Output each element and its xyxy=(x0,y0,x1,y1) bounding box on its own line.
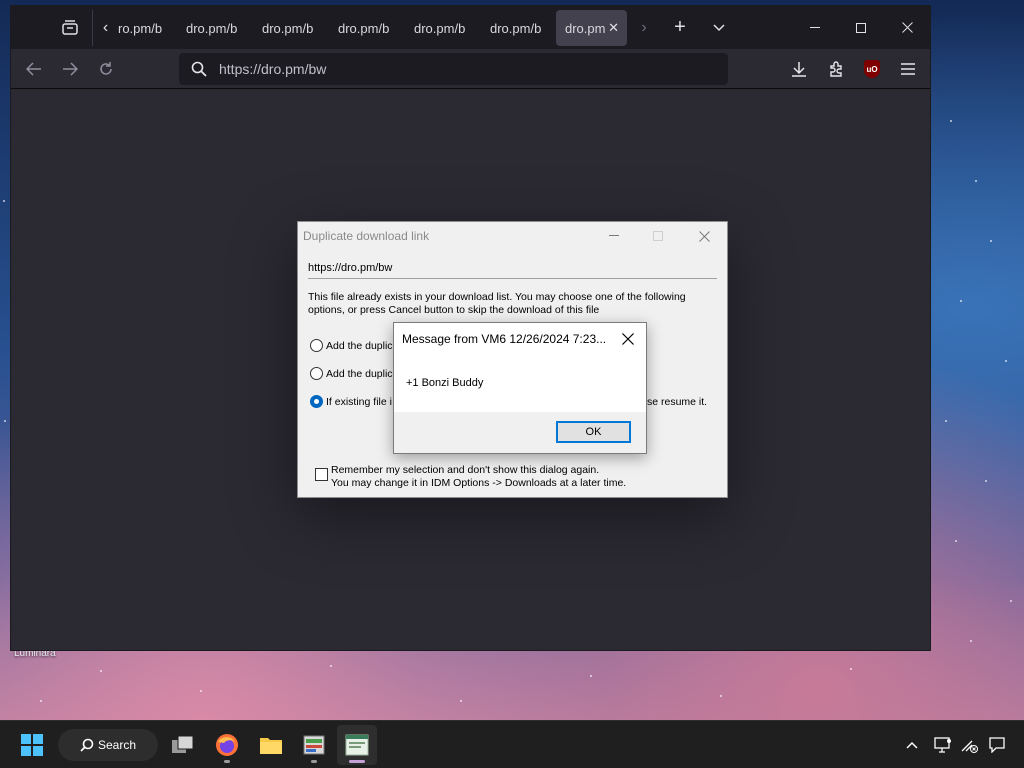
taskbar-search[interactable]: Search xyxy=(58,729,158,761)
task-view-icon[interactable] xyxy=(163,725,203,765)
display-settings-icon[interactable] xyxy=(931,733,955,757)
tab-bar: ‹ ro.pm/b dro.pm/b dro.pm/b dro.pm/b dro… xyxy=(11,6,930,49)
tab-overview-icon[interactable] xyxy=(52,10,88,46)
tab-label: dro.pm/b xyxy=(262,20,314,36)
tab-6[interactable]: dro.pm/b xyxy=(480,10,556,46)
option-label: Add the duplic xyxy=(326,367,393,380)
back-arrow-icon[interactable] xyxy=(19,55,49,83)
ok-button[interactable]: OK xyxy=(556,421,631,443)
radio-button[interactable] xyxy=(310,339,323,352)
option-label: Add the duplic xyxy=(326,339,393,352)
new-tab-icon[interactable]: + xyxy=(661,10,699,46)
close-icon[interactable] xyxy=(684,224,724,248)
message-title: Message from VM6 12/26/2024 7:23... xyxy=(394,323,646,355)
tab-label: dro.pm/b xyxy=(186,20,238,36)
option-existing-file-tail: se resume it. xyxy=(647,396,707,408)
tab-active[interactable]: dro.pm ✕ xyxy=(556,10,627,46)
tab-3[interactable]: dro.pm/b xyxy=(252,10,328,46)
close-tab-icon[interactable]: ✕ xyxy=(608,20,619,36)
search-label: Search xyxy=(98,738,137,752)
remember-checkbox[interactable] xyxy=(315,468,328,481)
scroll-tabs-left-icon[interactable]: ‹ xyxy=(92,9,118,46)
downloads-icon[interactable] xyxy=(783,55,815,83)
scroll-tabs-right-icon[interactable]: › xyxy=(627,10,661,46)
start-windows-icon[interactable] xyxy=(12,725,52,765)
tab-label: dro.pm/b xyxy=(338,20,390,36)
minimize-icon[interactable] xyxy=(594,224,634,248)
nav-bar: https://dro.pm/bw uO xyxy=(11,49,930,89)
tab-5[interactable]: dro.pm/b xyxy=(404,10,480,46)
option-label: If existing file i xyxy=(326,395,392,408)
message-text: +1 Bonzi Buddy xyxy=(406,377,484,389)
message-dialog: Message from VM6 12/26/2024 7:23... +1 B… xyxy=(393,322,647,454)
notifications-icon[interactable] xyxy=(985,733,1009,757)
active-window-app-icon[interactable] xyxy=(337,725,377,765)
show-hidden-icons-chevron-icon[interactable] xyxy=(900,733,924,757)
minimize-icon[interactable] xyxy=(792,6,838,49)
search-icon xyxy=(80,738,94,752)
dialog-description: This file already exists in your downloa… xyxy=(308,291,686,316)
remember-line-1: Remember my selection and don't show thi… xyxy=(331,464,600,476)
close-icon[interactable] xyxy=(616,327,640,351)
menu-icon[interactable] xyxy=(892,55,924,83)
tab-label: dro.pm/b xyxy=(414,20,466,36)
ublock-origin-icon[interactable]: uO xyxy=(856,55,888,83)
dialog-title: Duplicate download link xyxy=(303,229,430,243)
tab-4[interactable]: dro.pm/b xyxy=(328,10,404,46)
tab-label: dro.pm xyxy=(565,20,606,36)
option-label-tail: se resume it. xyxy=(647,396,708,408)
search-icon xyxy=(179,61,219,77)
network-disconnected-icon[interactable] xyxy=(957,733,981,757)
extensions-icon[interactable] xyxy=(820,55,852,83)
tab-2[interactable]: dro.pm/b xyxy=(176,10,252,46)
tab-label: ro.pm/b xyxy=(118,20,163,36)
download-url: https://dro.pm/bw xyxy=(308,262,717,279)
file-explorer-icon[interactable] xyxy=(251,725,291,765)
message-title-text: Message from VM6 12/26/2024 7:23... xyxy=(402,332,607,346)
url-text: https://dro.pm/bw xyxy=(219,61,327,77)
tab-1[interactable]: ro.pm/b xyxy=(118,10,176,46)
firefox-icon[interactable] xyxy=(207,725,247,765)
tab-label: dro.pm/b xyxy=(490,20,542,36)
reload-icon[interactable] xyxy=(91,55,121,83)
maximize-icon xyxy=(638,224,678,248)
option-add-duplicate-2[interactable]: Add the duplic xyxy=(310,367,393,380)
radio-button[interactable] xyxy=(310,367,323,380)
taskbar: Search xyxy=(0,720,1024,768)
remember-line-2: You may change it in IDM Options -> Down… xyxy=(331,477,627,489)
forward-arrow-icon[interactable] xyxy=(55,55,85,83)
radio-button-selected[interactable] xyxy=(310,395,323,408)
option-add-duplicate-1[interactable]: Add the duplic xyxy=(310,339,393,352)
close-window-icon[interactable] xyxy=(884,6,930,49)
option-existing-file[interactable]: If existing file i xyxy=(310,395,392,408)
message-body: +1 Bonzi Buddy xyxy=(394,355,646,412)
url-bar[interactable]: https://dro.pm/bw xyxy=(179,53,728,85)
idm-app-icon[interactable] xyxy=(294,725,334,765)
remember-selection[interactable]: Remember my selection and don't show thi… xyxy=(315,464,626,490)
maximize-icon[interactable] xyxy=(838,6,884,49)
list-tabs-icon[interactable] xyxy=(699,10,739,46)
